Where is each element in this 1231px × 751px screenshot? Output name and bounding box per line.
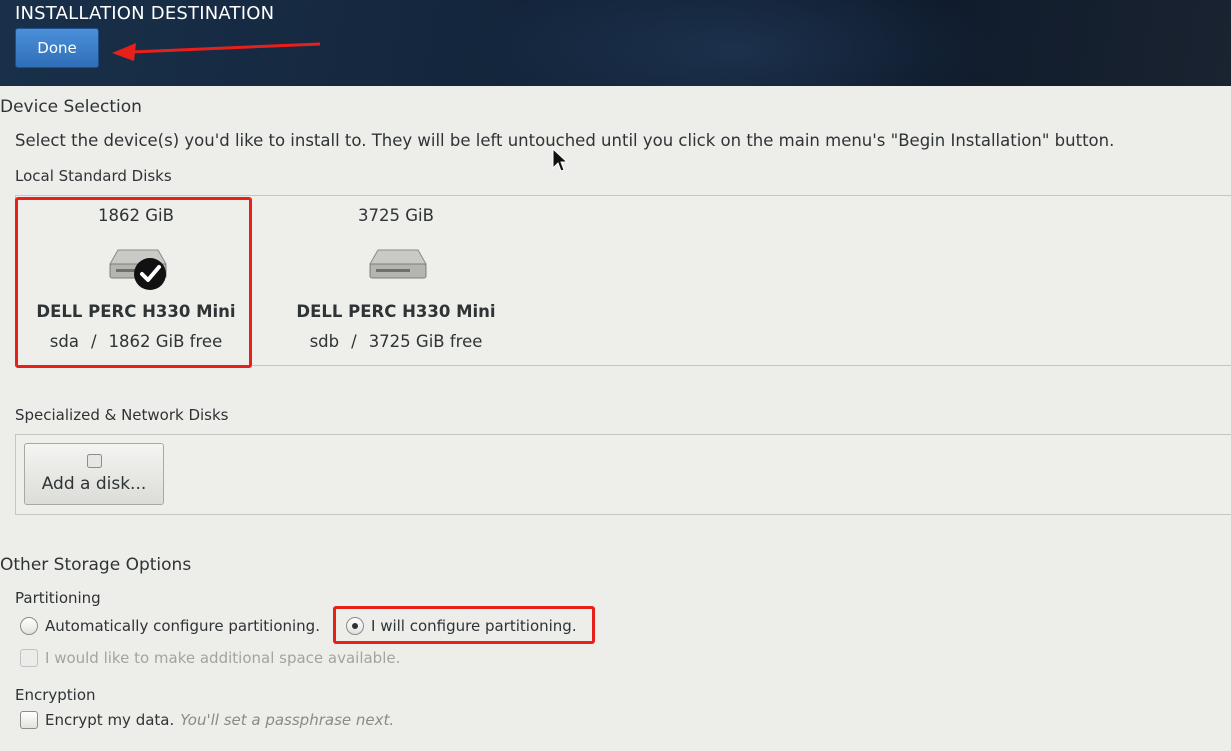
mouse-cursor-icon: [552, 148, 568, 172]
auto-partitioning-label: Automatically configure partitioning.: [45, 617, 320, 635]
disk-size: 3725 GiB: [358, 206, 434, 225]
page-title: INSTALLATION DESTINATION: [15, 3, 275, 24]
network-disks-title: Specialized & Network Disks: [15, 406, 229, 424]
red-arrow-annotation: [112, 42, 321, 61]
disk-sdb[interactable]: 3725 GiB DELL PERC H330 Mini sdb / 3725 Gi…: [278, 198, 514, 364]
encrypt-label: Encrypt my data.: [45, 711, 175, 729]
device-selection-title: Device Selection: [0, 97, 142, 117]
additional-space-option: I would like to make additional space av…: [20, 649, 400, 667]
encrypt-checkbox[interactable]: [20, 711, 38, 729]
local-disks-title: Local Standard Disks: [15, 167, 172, 185]
header-bar: INSTALLATION DESTINATION Done: [0, 0, 1231, 86]
manual-partitioning-highlight: [333, 606, 595, 644]
disk-model-name: DELL PERC H330 Mini: [296, 302, 496, 321]
network-disks-panel: Add a disk...: [15, 434, 1231, 515]
selected-disk-highlight: [15, 197, 252, 368]
auto-partitioning-option[interactable]: Automatically configure partitioning.: [20, 617, 320, 635]
additional-space-label: I would like to make additional space av…: [45, 649, 401, 667]
hard-disk-icon: [369, 249, 427, 279]
encrypt-option[interactable]: Encrypt my data. You'll set a passphrase…: [20, 711, 394, 729]
other-storage-title: Other Storage Options: [0, 555, 192, 575]
additional-space-checkbox: [20, 649, 38, 667]
encryption-title: Encryption: [15, 686, 96, 704]
local-disks-panel: 1862 GiB DELL PERC H330 Mini sda/1862 Gi…: [15, 195, 1231, 368]
disk-separator: /: [351, 332, 357, 351]
disk-device: sdb: [309, 332, 340, 351]
partitioning-title: Partitioning: [15, 589, 101, 607]
add-disk-label: Add a disk...: [41, 474, 147, 494]
auto-partitioning-radio[interactable]: [20, 617, 38, 635]
add-disk-button[interactable]: Add a disk...: [24, 443, 164, 505]
header-sheen: [480, 0, 1000, 86]
disk-placeholder-icon: [87, 454, 102, 468]
disk-details: sdb / 3725 GiB free: [278, 332, 514, 351]
done-button[interactable]: Done: [15, 28, 99, 68]
encrypt-hint: You'll set a passphrase next.: [180, 711, 395, 729]
disk-free-space: 3725 GiB free: [368, 332, 483, 351]
